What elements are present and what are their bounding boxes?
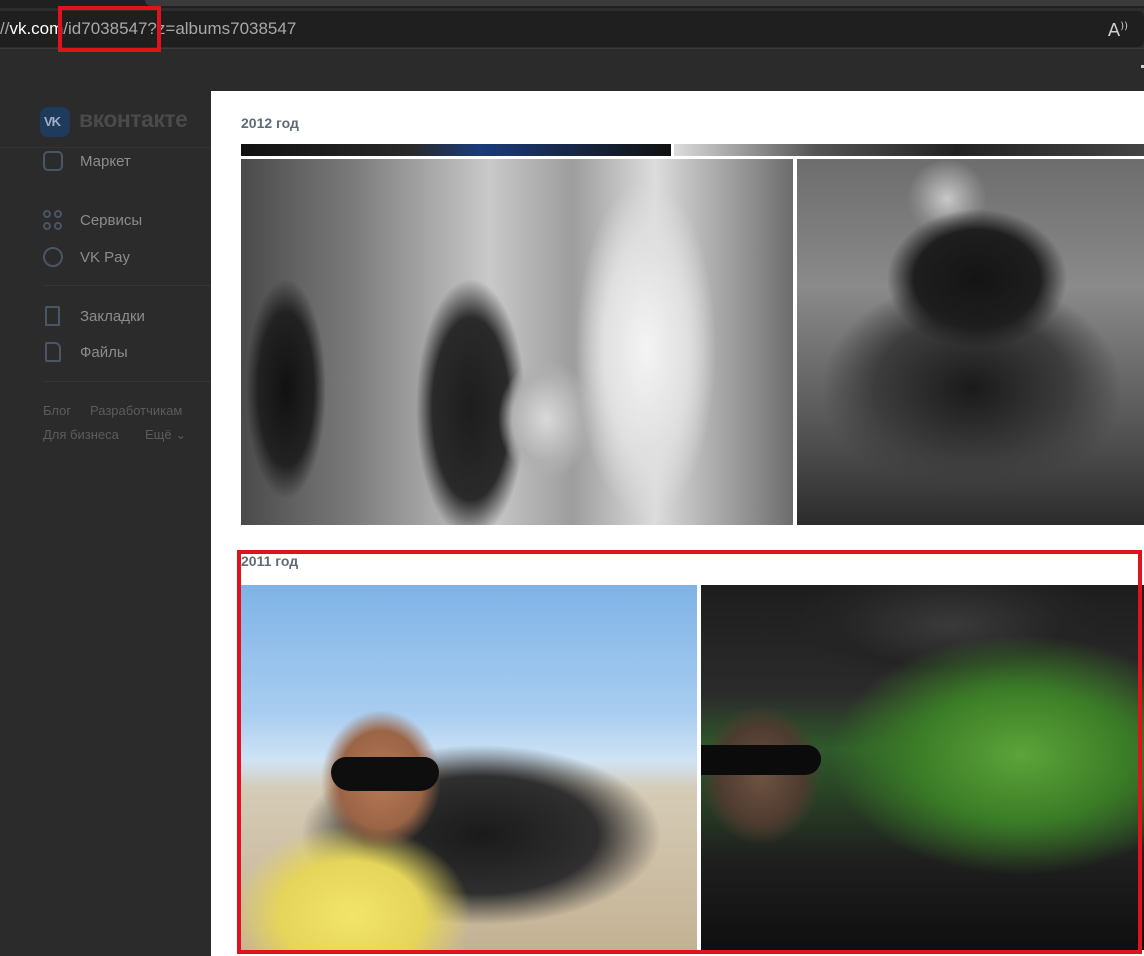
album-2011-highlight	[237, 550, 1142, 954]
url-field[interactable]: //vk.com/id7038547?z=albums7038547 A))	[0, 11, 1144, 47]
left-sidebar: VK вконтакте Маркет Сервисы VK Pay Закла…	[0, 91, 211, 956]
album-year-2012: 2012 год	[241, 115, 299, 131]
sidebar-item-label: Закладки	[80, 307, 145, 325]
sidebar-separator	[43, 285, 211, 286]
url-id-highlight	[58, 6, 161, 52]
services-grid-icon	[43, 210, 63, 230]
vk-logo[interactable]: VK	[40, 107, 70, 137]
sidebar-item-services[interactable]: Сервисы	[43, 209, 142, 231]
vk-logo-text: VK	[44, 114, 61, 129]
photo-thumbnail[interactable]	[241, 144, 671, 156]
footer-link-blog[interactable]: Блог	[43, 403, 71, 418]
vkpay-icon	[43, 247, 63, 267]
read-aloud-icon[interactable]: A))	[1108, 20, 1128, 41]
sidebar-separator	[43, 381, 211, 382]
file-icon	[45, 342, 61, 362]
sidebar-item-files[interactable]: Файлы	[43, 341, 128, 363]
sidebar-item-market[interactable]: Маркет	[43, 150, 131, 172]
sidebar-item-bookmarks[interactable]: Закладки	[43, 305, 145, 327]
sidebar-item-label: Сервисы	[80, 211, 143, 229]
photo-thumbnail[interactable]	[674, 144, 1144, 156]
footer-more-label: Ещё	[145, 427, 172, 442]
url-host: vk.com	[9, 19, 64, 38]
browser-tab-strip	[0, 0, 1144, 8]
sidebar-item-label: VK Pay	[80, 248, 131, 266]
bag-icon	[43, 151, 63, 171]
footer-link-business[interactable]: Для бизнеса	[43, 427, 119, 442]
bookmark-icon	[45, 306, 60, 326]
bookmarks-bar	[0, 48, 1144, 91]
photo-thumbnail[interactable]	[797, 159, 1144, 525]
photo-thumbnail[interactable]	[241, 159, 793, 525]
sidebar-divider	[0, 147, 211, 148]
address-bar: //vk.com/id7038547?z=albums7038547 A))	[0, 8, 1144, 48]
footer-link-more[interactable]: Ещё ⌄	[145, 427, 186, 443]
sidebar-item-vkpay[interactable]: VK Pay	[43, 246, 130, 268]
sidebar-item-label: Файлы	[80, 343, 128, 361]
footer-link-developers[interactable]: Разработчикам	[90, 403, 182, 418]
active-tab[interactable]	[145, 0, 1144, 6]
chevron-down-icon: ⌄	[175, 427, 187, 442]
vk-brand[interactable]: вконтакте	[79, 106, 188, 133]
sidebar-item-label: Маркет	[80, 152, 131, 170]
